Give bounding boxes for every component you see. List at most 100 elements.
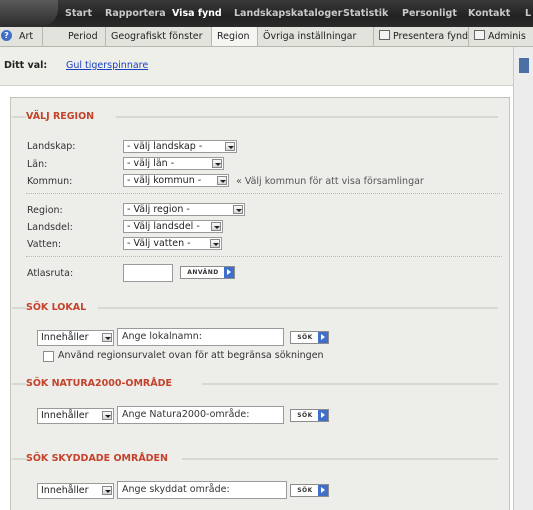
skyddade-match-select[interactable]: Innehåller [37, 483, 114, 499]
chevron-down-icon [102, 411, 112, 420]
select-value: Innehåller [41, 332, 89, 343]
nav-visa-fynd[interactable]: Visa fynd [172, 8, 222, 19]
divider [182, 458, 498, 460]
sub-navigation: ? Art Period Geografiskt fönster Region … [0, 27, 533, 47]
natura-input[interactable]: Ange Natura2000-område: [117, 406, 284, 424]
section-title: SÖK NATURA2000-OMRÅDE [26, 378, 172, 389]
lokal-search-button[interactable]: SÖK [290, 331, 329, 344]
arrow-right-icon [318, 485, 328, 496]
divider [116, 116, 498, 118]
vatten-label: Vatten: [27, 239, 62, 250]
tab-label: Region [217, 31, 250, 42]
divider [12, 307, 26, 309]
tab-region[interactable]: Region [212, 27, 258, 46]
lan-select[interactable]: - välj län - [123, 157, 224, 170]
button-label: SÖK [297, 334, 313, 341]
nav-landskapskataloger[interactable]: Landskapskataloger [234, 8, 342, 19]
chevron-down-icon [102, 333, 112, 342]
button-label: SÖK [297, 487, 313, 494]
lokal-match-select[interactable]: Innehåller [37, 330, 114, 346]
tab-geografiskt-fonster[interactable]: Geografiskt fönster [106, 27, 212, 46]
chevron-down-icon [212, 159, 222, 168]
chevron-down-icon [225, 142, 235, 151]
arrow-right-icon [318, 410, 328, 421]
tab-label: Övriga inställningar [263, 31, 357, 42]
landsdel-label: Landsdel: [27, 222, 73, 233]
tab-label: Art [19, 31, 34, 42]
section-header-lokal: SÖK LOKAL [12, 302, 498, 314]
select-value: - Välj region - [127, 204, 190, 215]
region-select[interactable]: - Välj region - [123, 203, 245, 216]
divider [202, 383, 498, 385]
natura-search-button[interactable]: SÖK [290, 409, 329, 422]
logo [0, 0, 58, 27]
chevron-down-icon [233, 205, 243, 214]
select-value: - Välj vatten - [127, 238, 191, 249]
section-title: VÄLJ REGION [26, 111, 95, 122]
use-button[interactable]: ANVÄND [180, 266, 235, 279]
landsdel-select[interactable]: - Välj landsdel - [123, 220, 223, 233]
skyddade-input[interactable]: Ange skyddat område: [117, 481, 287, 499]
sidebar-tab[interactable] [519, 58, 529, 73]
chevron-down-icon [217, 176, 227, 185]
divider [26, 256, 502, 257]
select-value: - välj kommun - [127, 175, 202, 186]
landskap-label: Landskap: [27, 141, 76, 152]
tab-label: Adminis [488, 31, 526, 42]
nav-rapportera[interactable]: Rapportera [105, 8, 166, 19]
nav-personligt[interactable]: Personligt [402, 8, 457, 19]
nav-statistik[interactable]: Statistik [343, 8, 388, 19]
tab-label: Geografiskt fönster [111, 31, 203, 42]
region-label: Region: [27, 205, 63, 216]
button-label: ANVÄND [187, 269, 219, 276]
section-header-natura: SÖK NATURA2000-OMRÅDE [12, 378, 498, 390]
select-value: Innehåller [41, 410, 89, 421]
section-header-skyddade: SÖK SKYDDADE OMRÅDEN [12, 453, 498, 465]
select-value: - välj län - [127, 158, 175, 169]
tab-period[interactable]: Period [63, 27, 106, 46]
tab-art[interactable]: Art [14, 27, 43, 46]
monitor-icon [379, 30, 390, 40]
landskap-select[interactable]: - välj landskap - [123, 140, 237, 153]
divider [12, 458, 26, 460]
vatten-select[interactable]: - Välj vatten - [123, 237, 222, 250]
skyddade-search-button[interactable]: SÖK [290, 484, 329, 497]
nav-truncated[interactable]: L [525, 8, 531, 19]
chevron-down-icon [211, 222, 221, 231]
button-label: SÖK [297, 412, 313, 419]
choice-label: Ditt val: [4, 60, 48, 71]
selected-species-bar: Ditt val: Gul tigerspinnare [0, 47, 513, 86]
question-icon[interactable]: ? [1, 30, 12, 41]
lan-label: Län: [27, 159, 48, 170]
natura-match-select[interactable]: Innehåller [37, 408, 114, 424]
nav-start[interactable]: Start [65, 8, 92, 19]
select-value: - Välj landsdel - [127, 221, 200, 232]
select-value: Innehåller [41, 485, 89, 496]
chevron-down-icon [102, 486, 112, 495]
divider [12, 383, 26, 385]
divider [26, 193, 502, 194]
edit-icon [474, 30, 485, 40]
lokal-name-input[interactable]: Ange lokalnamn: [117, 328, 284, 346]
kommun-select[interactable]: - välj kommun - [123, 174, 229, 187]
nav-kontakt[interactable]: Kontakt [468, 8, 510, 19]
tab-ovriga-installningar[interactable]: Övriga inställningar [258, 27, 374, 46]
selected-species-link[interactable]: Gul tigerspinnare [66, 60, 148, 71]
divider [98, 307, 498, 309]
arrow-right-icon [318, 332, 328, 343]
tab-presentera-fynd[interactable]: Presentera fynd [374, 27, 469, 46]
use-region-label: Använd regionsurvalet ovan för att begrä… [58, 350, 324, 361]
divider [12, 116, 26, 118]
tab-administration[interactable]: Adminis [469, 27, 533, 46]
select-value: - välj landskap - [127, 141, 203, 152]
kommun-hint: « Välj kommun för att visa församlingar [236, 176, 424, 187]
section-title: SÖK SKYDDADE OMRÅDEN [26, 453, 168, 464]
section-title: SÖK LOKAL [26, 302, 87, 313]
atlasruta-label: Atlasruta: [27, 268, 74, 279]
use-region-checkbox[interactable] [43, 351, 54, 362]
atlasruta-input[interactable] [123, 264, 173, 282]
right-sidebar [513, 47, 533, 510]
section-header-region: VÄLJ REGION [12, 111, 498, 123]
kommun-label: Kommun: [27, 176, 73, 187]
arrow-right-icon [224, 267, 234, 278]
